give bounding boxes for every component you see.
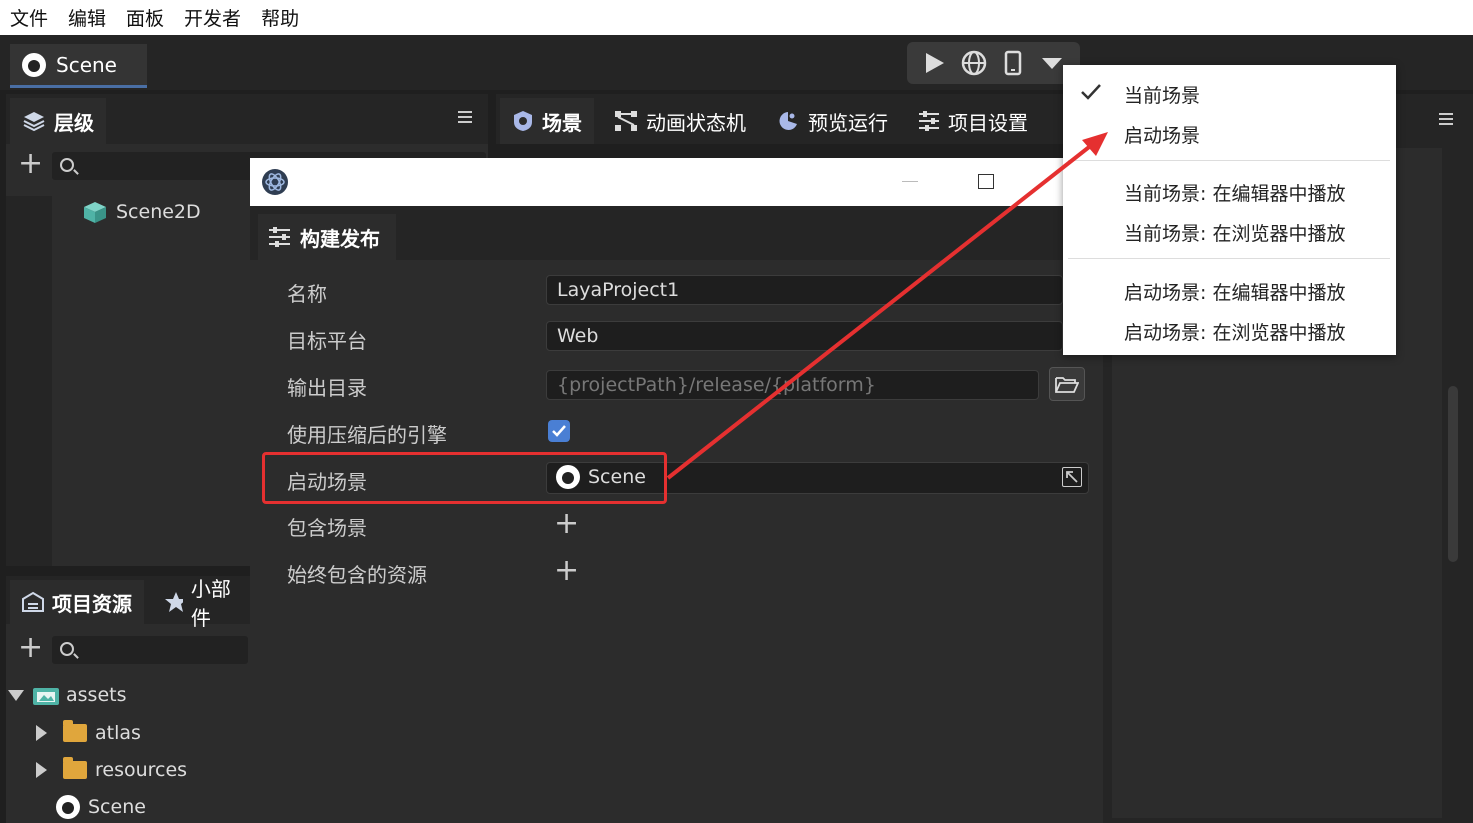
menu-item-start-scene-editor[interactable]: 启动场景: 在编辑器中播放	[1124, 278, 1345, 305]
browse-folder-button[interactable]	[1049, 367, 1085, 401]
expand-arrow-icon[interactable]	[36, 725, 47, 741]
expand-arrow-icon[interactable]	[36, 762, 47, 778]
search-icon	[60, 642, 74, 656]
tab-project-settings[interactable]: 项目设置	[906, 98, 1040, 144]
play-icon[interactable]	[920, 48, 950, 78]
output-dir-field[interactable]: {projectPath}/release/{platform}	[546, 370, 1039, 400]
tab-build-label: 构建发布	[300, 226, 380, 251]
play-mode-menu	[1063, 65, 1396, 355]
compress-engine-checkbox[interactable]	[548, 420, 570, 442]
tree-item-label: Scene	[88, 796, 146, 818]
folder-icon	[63, 757, 87, 779]
tab-animation-label: 动画状态机	[646, 110, 746, 135]
tree-item-label: Scene2D	[116, 201, 201, 223]
tab-scene-label: 场景	[542, 110, 582, 135]
output-dir-label: 输出目录	[287, 376, 367, 400]
minimize-icon[interactable]	[902, 181, 918, 182]
menu-item-current-scene-browser[interactable]: 当前场景: 在浏览器中播放	[1124, 219, 1345, 246]
tree-item-resources[interactable]: resources	[36, 757, 188, 781]
tab-project-assets[interactable]: 项目资源	[10, 580, 144, 624]
menu-file[interactable]: 文件	[10, 4, 48, 31]
annotation-highlight-box	[262, 452, 667, 504]
inspector-menu-icon[interactable]	[1439, 110, 1453, 128]
tree-item-label: atlas	[95, 722, 141, 744]
hierarchy-gutter	[6, 196, 52, 566]
tab-preview-run[interactable]: 预览运行	[764, 98, 900, 144]
tree-item-scene2d[interactable]: Scene2D	[82, 200, 201, 224]
settings-sliders-icon	[919, 111, 939, 131]
center-tab-bar: 场景 动画状态机 预览运行 项目设置	[496, 94, 1096, 144]
menu-bar: 文件 编辑 面板 开发者 帮助	[0, 0, 1473, 35]
include-scenes-label: 包含场景	[287, 516, 367, 540]
scene-shield-icon	[514, 111, 532, 131]
warehouse-icon	[22, 591, 44, 612]
platform-select[interactable]: Web	[546, 321, 1063, 351]
preview-icon	[779, 112, 797, 130]
add-resource-icon[interactable]: +	[554, 556, 579, 586]
right-panel-header	[1396, 94, 1473, 144]
menu-panel[interactable]: 面板	[126, 4, 164, 31]
cube-icon	[84, 202, 106, 223]
mobile-device-icon[interactable]	[998, 48, 1028, 78]
scene-document-tab[interactable]: Scene	[10, 44, 147, 88]
settings-sliders-icon	[269, 227, 290, 247]
tab-hierarchy-label: 层级	[54, 110, 94, 135]
state-machine-icon	[615, 111, 637, 131]
tab-scene[interactable]: 场景	[500, 98, 594, 144]
layers-icon	[23, 112, 45, 132]
scene-icon	[56, 795, 80, 819]
checkmark-icon	[1081, 84, 1101, 100]
globe-icon[interactable]	[959, 48, 989, 78]
menu-item-current-scene[interactable]: 当前场景	[1124, 81, 1200, 108]
maximize-icon[interactable]	[978, 174, 994, 189]
tab-project-assets-label: 项目资源	[52, 591, 132, 616]
name-label: 名称	[287, 282, 327, 306]
tab-build-publish[interactable]: 构建发布	[258, 214, 396, 260]
scrollbar-thumb[interactable]	[1448, 386, 1458, 562]
tab-preview-label: 预览运行	[808, 110, 888, 135]
tree-item-assets[interactable]: assets	[8, 684, 126, 706]
always-include-label: 始终包含的资源	[287, 563, 427, 587]
hierarchy-menu-icon[interactable]	[458, 108, 472, 126]
play-controls	[907, 42, 1080, 84]
menu-help[interactable]: 帮助	[261, 4, 299, 31]
menu-item-start-scene-browser[interactable]: 启动场景: 在浏览器中播放	[1124, 318, 1345, 345]
menu-separator	[1068, 258, 1390, 259]
assets-search-input[interactable]	[52, 636, 248, 664]
tab-hierarchy[interactable]: 层级	[10, 98, 106, 144]
compress-engine-label: 使用压缩后的引擎	[287, 423, 447, 447]
tree-item-label: resources	[95, 759, 188, 781]
tab-settings-label: 项目设置	[948, 110, 1028, 135]
scene-icon	[22, 52, 46, 77]
menu-item-start-scene[interactable]: 启动场景	[1124, 121, 1200, 148]
tree-item-atlas[interactable]: atlas	[36, 720, 141, 744]
tree-item-scene[interactable]: Scene	[56, 795, 146, 819]
assets-folder-icon	[33, 688, 59, 705]
collapse-arrow-icon[interactable]	[8, 689, 24, 701]
name-field[interactable]: LayaProject1	[546, 275, 1063, 305]
menu-separator	[1068, 160, 1390, 161]
scene-tab-label: Scene	[56, 52, 117, 77]
platform-label: 目标平台	[287, 329, 367, 353]
add-node-icon[interactable]: +	[18, 149, 43, 179]
add-scene-icon[interactable]: +	[554, 509, 579, 539]
electron-logo-icon	[262, 169, 288, 195]
pick-scene-icon[interactable]	[1062, 467, 1082, 487]
project-assets-panel: 项目资源 小部件 + assets atlas resources Scene	[6, 576, 250, 823]
search-icon	[60, 158, 74, 172]
menu-developer[interactable]: 开发者	[184, 4, 241, 31]
folder-icon	[63, 720, 87, 742]
add-asset-icon[interactable]: +	[18, 633, 43, 663]
checkmark-icon	[552, 425, 566, 437]
tab-widgets-label: 小部件	[190, 577, 231, 630]
tab-widgets[interactable]: 小部件	[152, 577, 250, 630]
folder-open-icon	[1055, 377, 1079, 393]
star-icon	[165, 592, 183, 612]
menu-edit[interactable]: 编辑	[68, 4, 106, 31]
menu-item-current-scene-editor[interactable]: 当前场景: 在编辑器中播放	[1124, 179, 1345, 206]
dialog-titlebar	[250, 158, 1103, 206]
tree-item-label: assets	[66, 684, 127, 706]
tab-animation-state-machine[interactable]: 动画状态机	[602, 98, 758, 144]
